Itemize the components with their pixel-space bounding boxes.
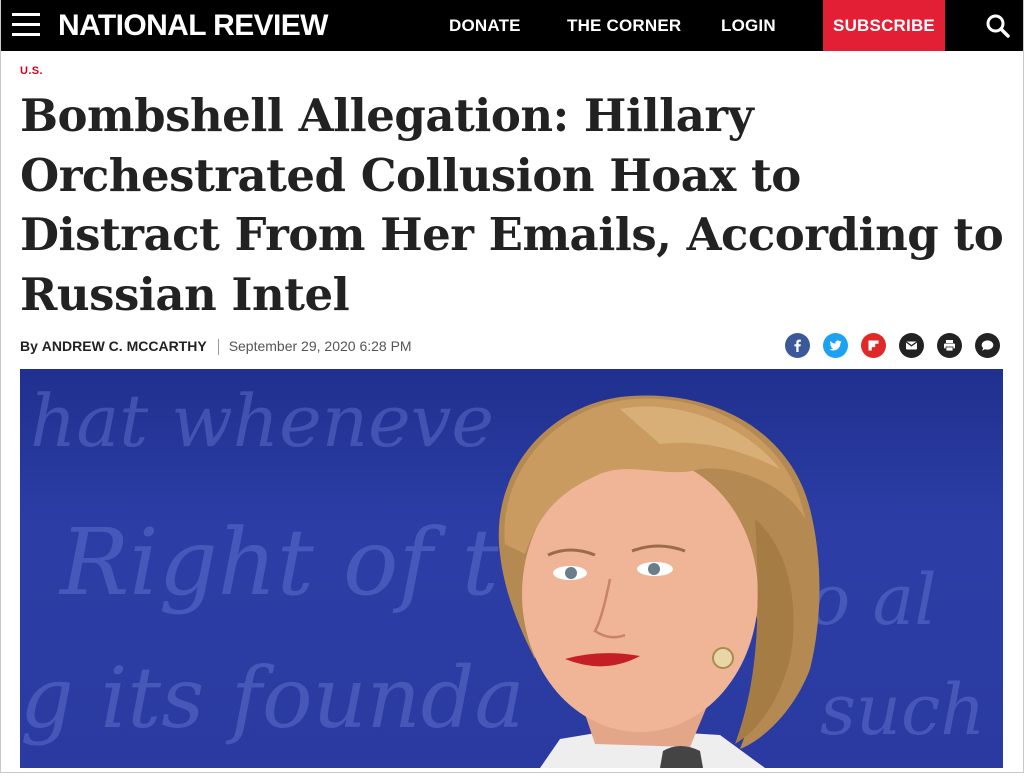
publish-date: September 29, 2020 6:28 PM (228, 338, 412, 354)
email-icon[interactable] (899, 333, 924, 358)
byline-prefix: By (20, 338, 38, 354)
byline: By ANDREW C. MCCARTHY September 29, 2020 … (20, 336, 412, 356)
twitter-icon[interactable] (823, 333, 848, 358)
facebook-icon[interactable] (785, 333, 810, 358)
hamburger-menu-icon[interactable] (12, 13, 40, 37)
print-icon[interactable] (937, 333, 962, 358)
nav-login-link[interactable]: LOGIN (721, 0, 776, 51)
search-icon[interactable] (985, 13, 1011, 39)
page: NATIONAL REVIEW DONATE THE CORNER LOGIN … (0, 0, 1024, 773)
author-link[interactable]: ANDREW C. MCCARTHY (42, 338, 207, 354)
hero-image: hat wheneve Right of t g its founda to a… (20, 369, 1003, 768)
nav-donate-link[interactable]: DONATE (449, 0, 521, 51)
portrait-photo (498, 395, 820, 768)
top-navbar: NATIONAL REVIEW DONATE THE CORNER LOGIN … (1, 0, 1023, 51)
nav-the-corner-link[interactable]: THE CORNER (567, 0, 681, 51)
subscribe-button[interactable]: SUBSCRIBE (823, 0, 945, 51)
byline-divider (217, 339, 219, 356)
article-headline: Bombshell Allegation: Hillary Orchestrat… (20, 89, 1004, 321)
section-category-link[interactable]: U.S. (20, 65, 43, 77)
site-logo[interactable]: NATIONAL REVIEW (58, 8, 329, 44)
flipboard-icon[interactable] (861, 333, 886, 358)
comment-icon[interactable] (975, 333, 1000, 358)
